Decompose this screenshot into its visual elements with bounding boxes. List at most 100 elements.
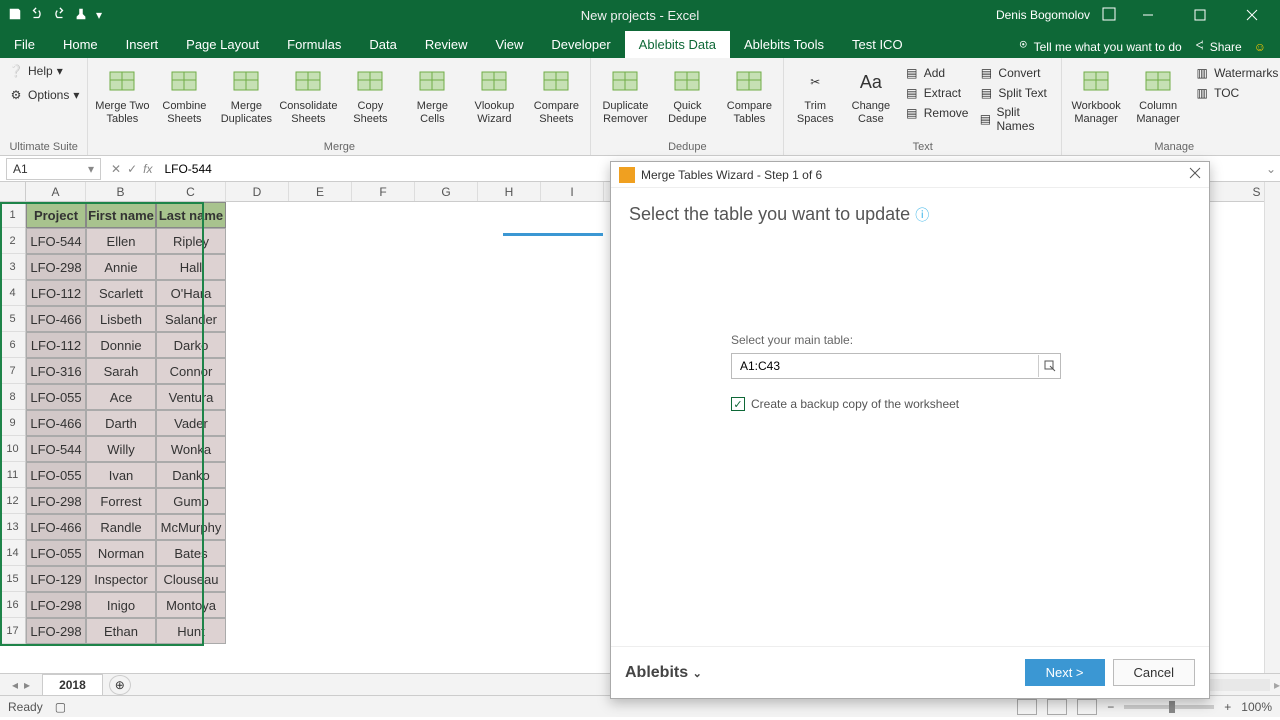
table-cell[interactable]: Scarlett — [86, 280, 156, 306]
table-cell[interactable]: LFO-466 — [26, 514, 86, 540]
redo-icon[interactable] — [52, 7, 66, 24]
row-header[interactable]: 5 — [0, 306, 25, 332]
zoom-slider[interactable] — [1124, 705, 1214, 709]
expand-formula-icon[interactable]: ⌄ — [1262, 162, 1280, 176]
tab-file[interactable]: File — [0, 31, 49, 58]
vertical-scrollbar[interactable] — [1264, 182, 1280, 673]
normal-view-button[interactable] — [1017, 699, 1037, 715]
zoom-level[interactable]: 100% — [1241, 700, 1272, 714]
trim-spaces-button[interactable]: ✂Trim Spaces — [790, 62, 840, 126]
table-cell[interactable]: Ace — [86, 384, 156, 410]
select-all-corner[interactable] — [0, 182, 26, 202]
merge-two-tables-button[interactable]: Merge Two Tables — [94, 62, 150, 126]
row-header[interactable]: 6 — [0, 332, 25, 358]
page-break-view-button[interactable] — [1077, 699, 1097, 715]
table-cell[interactable]: LFO-298 — [26, 254, 86, 280]
copy-sheets-button[interactable]: Copy Sheets — [342, 62, 398, 126]
table-cell[interactable]: Bates — [156, 540, 226, 566]
table-cell[interactable]: LFO-544 — [26, 436, 86, 462]
row-header[interactable]: 16 — [0, 592, 25, 618]
row-header[interactable]: 9 — [0, 410, 25, 436]
row-header[interactable]: 13 — [0, 514, 25, 540]
table-header-cell[interactable]: First name — [86, 202, 156, 228]
watermarks-button[interactable]: ▥Watermarks — [1192, 64, 1280, 82]
row-header[interactable]: 17 — [0, 618, 25, 644]
table-cell[interactable]: Annie — [86, 254, 156, 280]
table-cell[interactable]: Connor — [156, 358, 226, 384]
table-cell[interactable]: Norman — [86, 540, 156, 566]
table-cell[interactable]: Darko — [156, 332, 226, 358]
merge-cells-button[interactable]: Merge Cells — [404, 62, 460, 126]
help-button[interactable]: ❔Help ▾ — [6, 62, 65, 80]
table-cell[interactable]: Salander — [156, 306, 226, 332]
enter-formula-icon[interactable]: ✓ — [127, 162, 137, 176]
table-cell[interactable]: Vader — [156, 410, 226, 436]
column-manager-button[interactable]: Column Manager — [1130, 62, 1186, 126]
table-cell[interactable]: Gump — [156, 488, 226, 514]
row-header[interactable]: 7 — [0, 358, 25, 384]
fx-icon[interactable]: fx — [143, 162, 152, 176]
close-button[interactable] — [1232, 3, 1272, 27]
column-header[interactable]: E — [289, 182, 352, 201]
row-header[interactable]: 8 — [0, 384, 25, 410]
table-header-cell[interactable]: Project — [26, 202, 86, 228]
brand-label[interactable]: Ablebits ⌄ — [625, 664, 702, 682]
row-header[interactable]: 3 — [0, 254, 25, 280]
table-cell[interactable]: Inspector — [86, 566, 156, 592]
column-header[interactable]: D — [226, 182, 289, 201]
tab-insert[interactable]: Insert — [112, 31, 173, 58]
table-cell[interactable]: LFO-466 — [26, 410, 86, 436]
cancel-button[interactable]: Cancel — [1113, 659, 1195, 686]
table-cell[interactable]: Ellen — [86, 228, 156, 254]
table-cell[interactable]: LFO-544 — [26, 228, 86, 254]
row-header[interactable]: 15 — [0, 566, 25, 592]
table-header-cell[interactable]: Last name — [156, 202, 226, 228]
column-header[interactable]: H — [478, 182, 541, 201]
row-header[interactable]: 12 — [0, 488, 25, 514]
table-cell[interactable]: LFO-055 — [26, 540, 86, 566]
tab-page-layout[interactable]: Page Layout — [172, 31, 273, 58]
table-cell[interactable]: Forrest — [86, 488, 156, 514]
sheet-nav-prev-icon[interactable]: ◂ — [12, 678, 18, 692]
save-icon[interactable] — [8, 7, 22, 24]
sheet-tab-active[interactable]: 2018 — [42, 674, 103, 695]
column-header[interactable]: C — [156, 182, 226, 201]
table-cell[interactable]: O'Hara — [156, 280, 226, 306]
table-cell[interactable]: LFO-055 — [26, 384, 86, 410]
add-button[interactable]: ▤Add — [902, 64, 971, 82]
zoom-out-button[interactable]: − — [1107, 700, 1114, 714]
table-cell[interactable]: LFO-298 — [26, 592, 86, 618]
tab-review[interactable]: Review — [411, 31, 482, 58]
tab-test-ico[interactable]: Test ICO — [838, 31, 917, 58]
table-cell[interactable]: Wonka — [156, 436, 226, 462]
column-header[interactable]: B — [86, 182, 156, 201]
tab-formulas[interactable]: Formulas — [273, 31, 355, 58]
split-text-button[interactable]: ▤Split Text — [976, 84, 1055, 102]
table-cell[interactable]: LFO-466 — [26, 306, 86, 332]
help-info-icon[interactable]: ⓘ — [915, 207, 929, 223]
sheet-nav-next-icon[interactable]: ▸ — [24, 678, 30, 692]
column-header[interactable]: G — [415, 182, 478, 201]
table-cell[interactable]: LFO-112 — [26, 280, 86, 306]
table-cell[interactable]: Clouseau — [156, 566, 226, 592]
table-cell[interactable]: McMurphy — [156, 514, 226, 540]
table-cell[interactable]: Inigo — [86, 592, 156, 618]
toc-button[interactable]: ▥TOC — [1192, 84, 1280, 102]
range-input[interactable] — [732, 359, 1038, 373]
convert-button[interactable]: ▤Convert — [976, 64, 1055, 82]
options-button[interactable]: ⚙Options ▾ — [6, 86, 81, 104]
tab-developer[interactable]: Developer — [537, 31, 624, 58]
vlookup-wizard-button[interactable]: Vlookup Wizard — [466, 62, 522, 126]
share-button[interactable]: Share — [1194, 39, 1242, 54]
column-header[interactable]: I — [541, 182, 604, 201]
table-cell[interactable]: Randle — [86, 514, 156, 540]
quick-dedupe-button[interactable]: Quick Dedupe — [659, 62, 715, 126]
new-sheet-button[interactable]: ⊕ — [109, 675, 131, 695]
table-cell[interactable]: Willy — [86, 436, 156, 462]
table-cell[interactable]: LFO-112 — [26, 332, 86, 358]
column-header[interactable]: F — [352, 182, 415, 201]
table-cell[interactable]: LFO-298 — [26, 488, 86, 514]
tell-me[interactable]: Tell me what you want to do — [1018, 39, 1182, 54]
backup-checkbox[interactable]: ✓ — [731, 397, 745, 411]
cancel-formula-icon[interactable]: ✕ — [111, 162, 121, 176]
